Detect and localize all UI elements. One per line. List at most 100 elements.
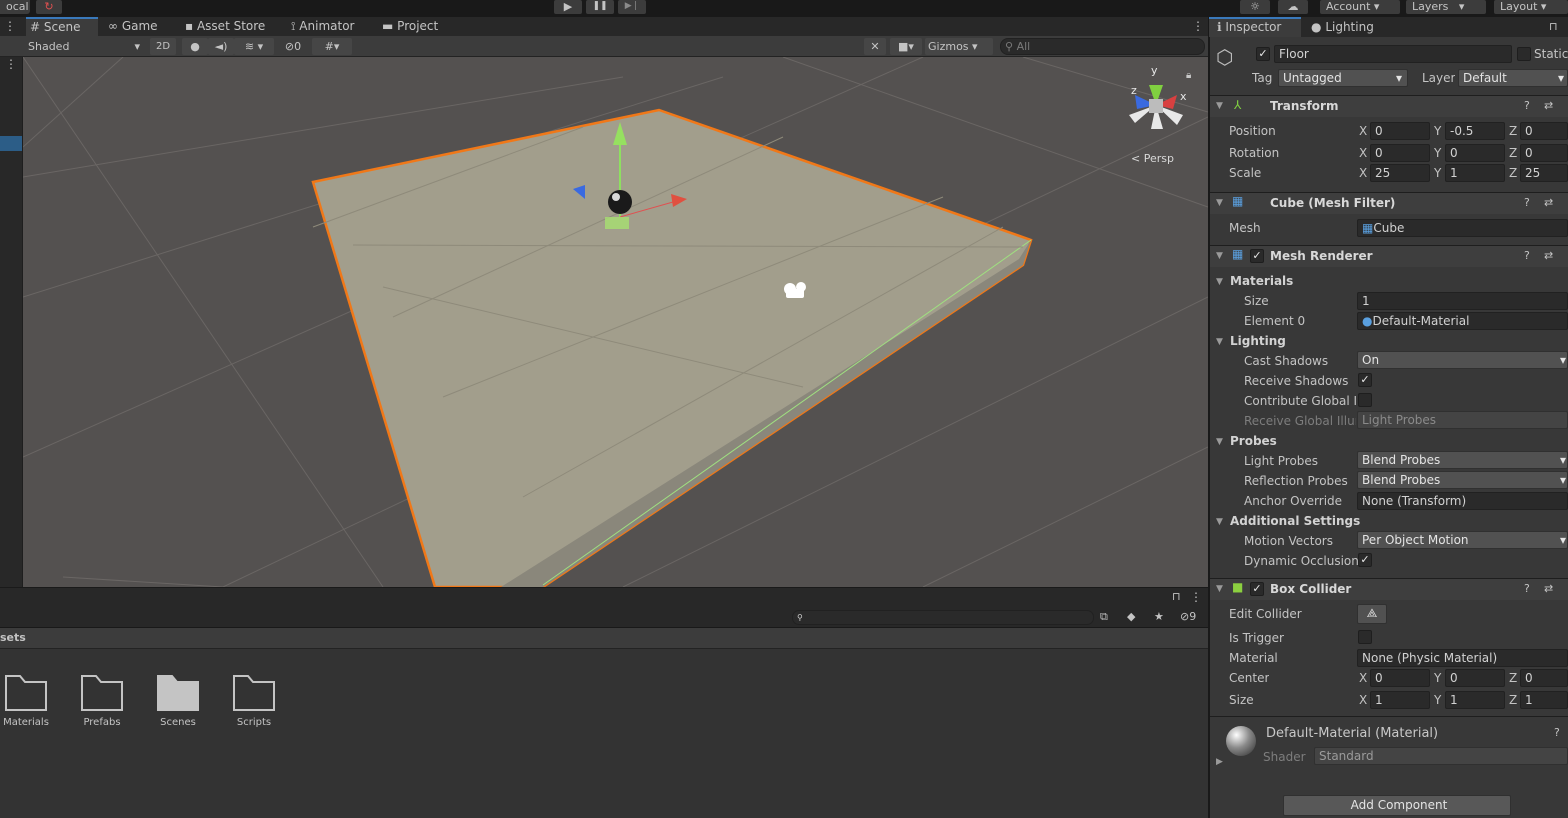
additional-settings-foldout[interactable]: Additional Settings [1230,514,1360,528]
motion-vectors-dropdown[interactable]: Per Object Motion ▾ [1357,531,1568,549]
probes-foldout[interactable]: Probes [1230,434,1277,448]
shading-mode-dropdown[interactable]: Shaded ▾ [24,38,144,55]
local-toggle[interactable]: ocal [0,0,30,14]
collider-material-object-field[interactable]: None (Physic Material) [1357,649,1568,667]
scale-z-field[interactable]: 25 [1520,164,1568,182]
layer-dropdown[interactable]: Default ▾ [1458,69,1568,87]
lock-icon[interactable]: ⊓ [1172,590,1181,603]
play-button[interactable]: ▶ [554,0,582,14]
presets-icon[interactable]: ⇄ [1544,582,1553,595]
collab-icon[interactable]: ↻ [36,0,62,14]
filter-by-label-icon[interactable]: ◆ [1127,610,1135,623]
center-x-field[interactable]: 0 [1370,669,1430,687]
mesh-renderer-enabled-checkbox[interactable]: ✓ [1250,249,1264,263]
presets-icon[interactable]: ⇄ [1544,196,1553,209]
contribute-gi-checkbox[interactable] [1358,393,1372,407]
lighting-toggle-icon[interactable]: ● [182,38,208,55]
gizmos-dropdown[interactable]: Gizmos ▾ [925,38,993,55]
grid-dropdown-icon[interactable]: #▾ [312,38,352,55]
scene-viewport[interactable]: y x z 🔒︎ < Persp [23,57,1208,587]
folder-scripts[interactable]: Scripts [224,670,284,728]
hierarchy-menu-icon[interactable]: ⋮ [5,57,17,71]
layers-dropdown[interactable]: Layers ▾ [1406,0,1486,14]
gizmo-plane-handle[interactable] [605,217,629,229]
dynamic-occlusion-checkbox[interactable]: ✓ [1358,553,1372,567]
add-component-button[interactable]: Add Component [1283,795,1511,816]
object-pivot-icon[interactable] [608,190,632,214]
hidden-objects-toggle[interactable]: ⊘0 [278,38,308,55]
breadcrumb-assets[interactable]: sets [0,631,26,644]
layout-dropdown[interactable]: Layout ▾ [1494,0,1568,14]
lighting-foldout[interactable]: Lighting [1230,334,1286,348]
tab-asset-store[interactable]: ▪ Asset Store [181,17,281,36]
step-button[interactable]: ▶❘ [618,0,646,14]
hidden-packages-toggle[interactable]: ⊘9 [1180,610,1196,623]
projection-label[interactable]: < Persp [1131,152,1174,165]
reflection-probes-dropdown[interactable]: Blend Probes ▾ [1357,471,1568,489]
position-z-field[interactable]: 0 [1520,122,1568,140]
help-icon[interactable]: ? [1554,726,1560,739]
lock-icon[interactable]: ⊓ [1549,17,1558,37]
help-icon[interactable]: ? [1524,249,1530,262]
tab-lighting[interactable]: ● Lighting [1311,17,1401,37]
size-x-field[interactable]: 1 [1370,691,1430,709]
help-icon[interactable]: ? [1524,196,1530,209]
scale-y-field[interactable]: 1 [1445,164,1505,182]
tab-game[interactable]: ∞ Game [104,17,174,36]
center-z-field[interactable]: 0 [1520,669,1568,687]
folder-materials[interactable]: Materials [0,670,56,728]
gameobject-cube-icon[interactable]: ⬡ [1216,45,1233,69]
position-x-field[interactable]: 0 [1370,122,1430,140]
lock-icon[interactable]: 🔒︎ [1186,70,1191,81]
box-collider-header[interactable]: ▼ ■ ✓ Box Collider ? ⇄ [1210,578,1568,600]
help-icon[interactable]: ? [1524,582,1530,595]
mesh-renderer-header[interactable]: ▼ ▦ ✓ Mesh Renderer ? ⇄ [1210,245,1568,267]
receive-shadows-checkbox[interactable]: ✓ [1358,373,1372,387]
2d-toggle[interactable]: 2D [150,38,176,55]
anchor-override-object-field[interactable]: None (Transform) [1357,492,1568,510]
transform-header[interactable]: ▼ ⅄ Transform ? ⇄ [1210,95,1568,117]
tab-project[interactable]: ▬ Project [378,17,458,36]
favorites-star-icon[interactable]: ★ [1154,610,1164,623]
pause-button[interactable]: ❚❚ [586,0,614,14]
foldout-arrow-icon[interactable]: ▼ [1216,517,1223,527]
position-y-field[interactable]: -0.5 [1445,122,1505,140]
panel-menu-icon[interactable]: ⋮ [4,19,16,33]
audio-toggle-icon[interactable]: ◄) [208,38,234,55]
tab-scene[interactable]: # Scene [26,17,98,36]
scene-menu-icon[interactable]: ⋮ [1192,19,1204,33]
scene-search-input[interactable]: ⚲ All [1000,38,1205,55]
floor-plane[interactable] [311,108,1033,587]
element0-object-field[interactable]: ●Default-Material [1357,312,1568,330]
size-z-field[interactable]: 1 [1520,691,1568,709]
tab-inspector[interactable]: ℹ Inspector [1209,17,1301,37]
camera-dropdown-icon[interactable]: ■▾ [890,38,922,55]
foldout-arrow-icon[interactable]: ▼ [1216,437,1223,447]
static-checkbox[interactable] [1517,47,1531,61]
materials-foldout[interactable]: Materials [1230,274,1293,288]
edit-collider-button[interactable]: ⟁ [1357,604,1387,624]
active-checkbox[interactable]: ✓ [1256,47,1270,61]
cast-shadows-dropdown[interactable]: On ▾ [1357,351,1568,369]
tag-dropdown[interactable]: Untagged ▾ [1278,69,1408,87]
foldout-arrow-icon[interactable]: ▶ [1216,757,1223,767]
is-trigger-checkbox[interactable] [1358,630,1372,644]
rotation-x-field[interactable]: 0 [1370,144,1430,162]
scene-canvas[interactable]: y x z 🔒︎ < Persp [23,57,1208,587]
project-menu-icon[interactable]: ⋮ [1190,590,1202,604]
foldout-arrow-icon[interactable]: ▼ [1216,337,1223,347]
mesh-filter-header[interactable]: ▼ ▦ Cube (Mesh Filter) ? ⇄ [1210,192,1568,214]
scale-x-field[interactable]: 25 [1370,164,1430,182]
tools-icon[interactable]: ✕ [864,38,886,55]
cloud-settings-icon[interactable]: ☼ [1240,0,1270,14]
materials-size-field[interactable]: 1 [1357,292,1568,310]
help-icon[interactable]: ? [1524,99,1530,112]
tab-animator[interactable]: ⟟ Animator [287,17,373,36]
material-title[interactable]: Default-Material (Material) [1266,726,1438,741]
selected-row-marker[interactable] [0,136,22,151]
light-probes-dropdown[interactable]: Blend Probes ▾ [1357,451,1568,469]
folder-prefabs[interactable]: Prefabs [72,670,132,728]
project-search-input[interactable]: ⚲ [792,610,1094,625]
size-y-field[interactable]: 1 [1445,691,1505,709]
box-collider-enabled-checkbox[interactable]: ✓ [1250,582,1264,596]
